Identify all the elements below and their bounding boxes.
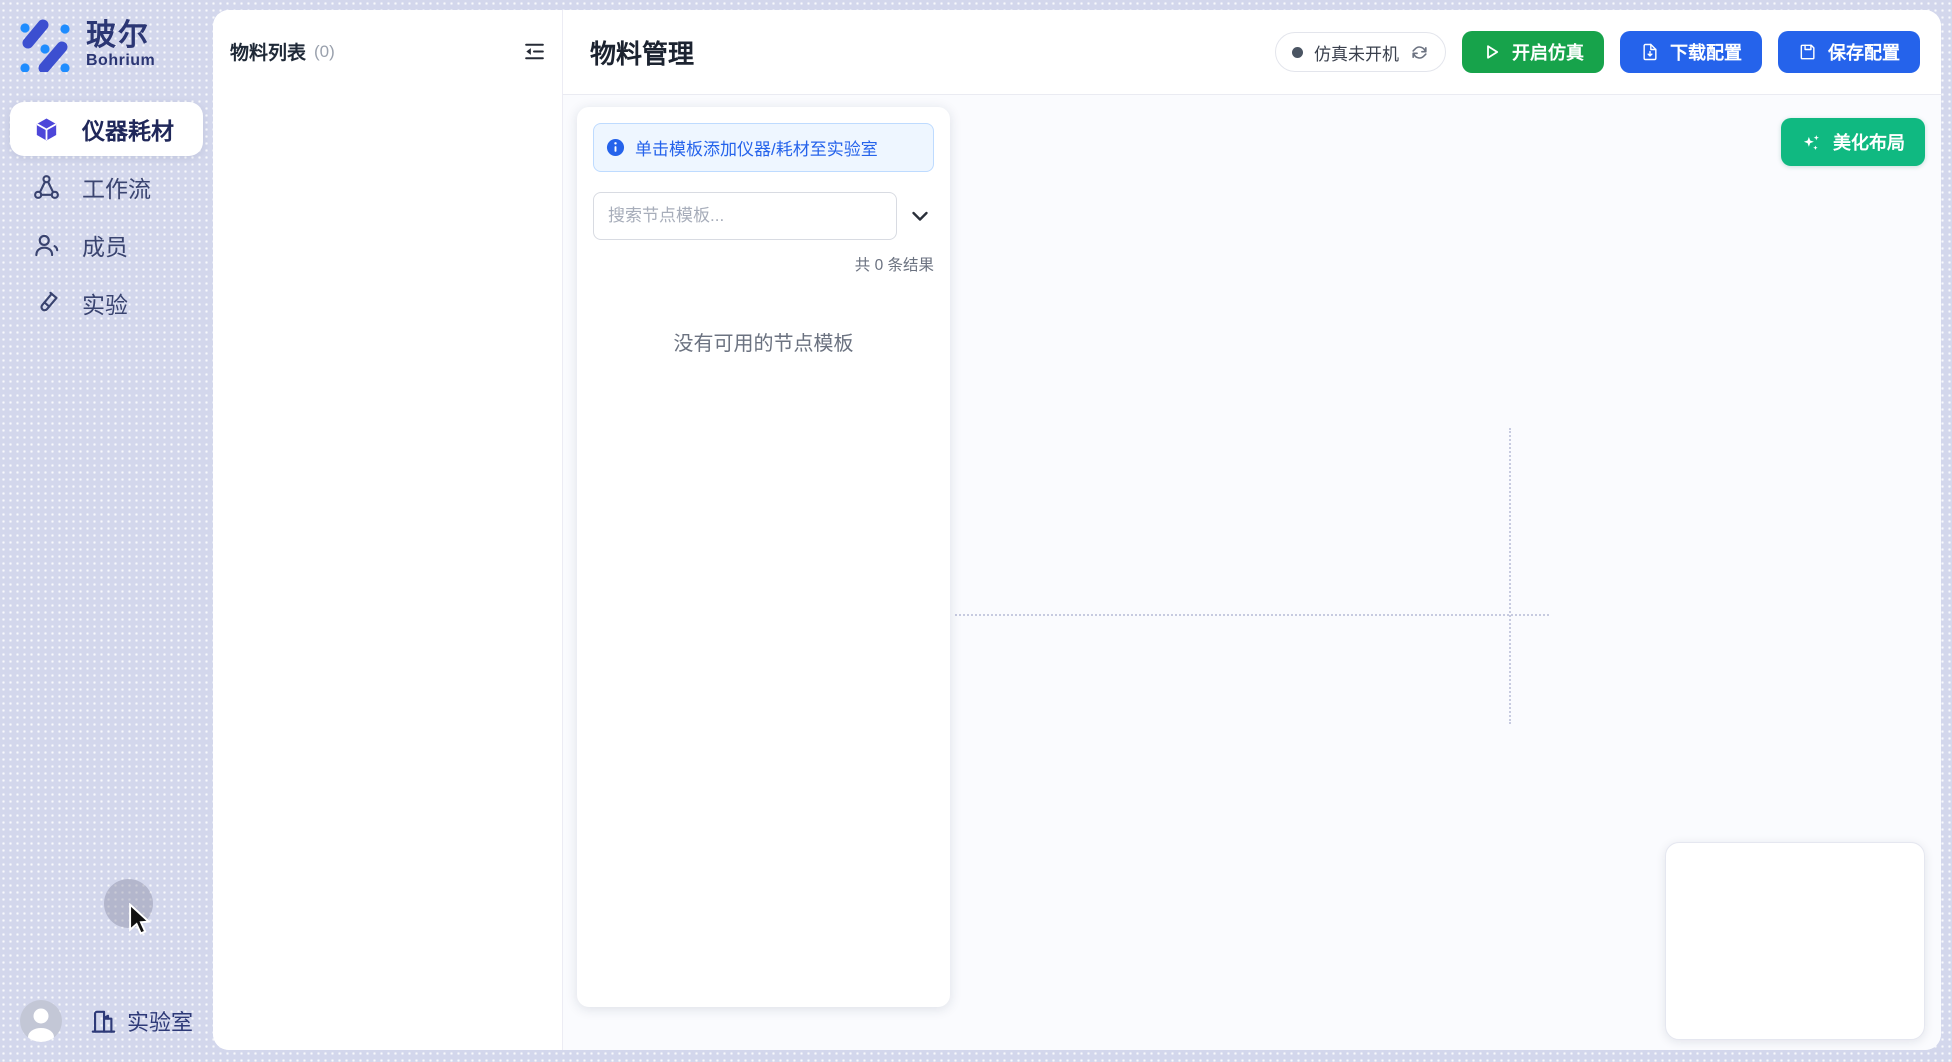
template-search-input[interactable] — [593, 192, 897, 240]
app-container: 物料列表 (0) 物料管理 仿真未开机 — [213, 10, 1941, 1050]
sparkles-icon — [1801, 132, 1822, 153]
sidebar-item-label: 成员 — [82, 228, 128, 262]
canvas-minimap[interactable] — [1665, 842, 1925, 1040]
workspace-label: 实验室 — [127, 1005, 193, 1037]
bohrium-logo-icon — [17, 16, 73, 72]
palette-search-row — [593, 192, 934, 240]
palette-hint-banner: 单击模板添加仪器/耗材至实验室 — [593, 123, 934, 172]
save-config-button[interactable]: 保存配置 — [1778, 31, 1920, 73]
building-icon — [90, 1008, 117, 1035]
sidebar: 玻尔 Bohrium 仪器耗材 工作流 — [0, 0, 213, 1062]
status-dot-icon — [1292, 47, 1303, 58]
brand-name-cn: 玻尔 — [86, 19, 155, 52]
material-list-panel: 物料列表 (0) — [213, 10, 563, 1050]
mouse-cursor — [126, 903, 152, 937]
palette-hint-text: 单击模板添加仪器/耗材至实验室 — [635, 135, 878, 160]
save-config-label: 保存配置 — [1828, 39, 1900, 65]
brand-logo: 玻尔 Bohrium — [0, 0, 213, 72]
simulation-status-pill: 仿真未开机 — [1275, 32, 1446, 72]
start-simulation-button[interactable]: 开启仿真 — [1462, 31, 1604, 73]
beautify-layout-button[interactable]: 美化布局 — [1781, 118, 1925, 166]
download-config-label: 下载配置 — [1670, 39, 1742, 65]
brand-name-en: Bohrium — [86, 52, 155, 70]
file-download-icon — [1640, 42, 1660, 62]
refresh-icon[interactable] — [1410, 43, 1429, 62]
start-simulation-label: 开启仿真 — [1512, 39, 1584, 65]
topbar-actions: 仿真未开机 开启仿真 — [1275, 31, 1920, 73]
sidebar-item-members[interactable]: 成员 — [10, 218, 203, 272]
test-tube-icon — [33, 290, 60, 317]
sidebar-item-label: 工作流 — [82, 170, 151, 204]
info-icon — [606, 138, 625, 157]
play-icon — [1482, 42, 1502, 62]
canvas-guide-line-vertical — [1509, 428, 1511, 724]
sidebar-item-label: 实验 — [82, 286, 128, 320]
sidebar-nav: 仪器耗材 工作流 成员 — [0, 102, 213, 330]
menu-fold-icon — [523, 40, 546, 63]
workspace-switcher[interactable]: 实验室 — [20, 1000, 193, 1042]
flow-canvas[interactable]: 单击模板添加仪器/耗材至实验室 共 0 条结果 没有可用的节点模板 — [563, 95, 1941, 1050]
material-list-count: (0) — [314, 42, 335, 62]
collapse-panel-button[interactable] — [522, 40, 546, 64]
chevron-down-icon — [908, 204, 932, 228]
cube-icon — [33, 116, 60, 143]
members-icon — [33, 232, 60, 259]
page-title: 物料管理 — [590, 34, 694, 71]
workflow-icon — [33, 174, 60, 201]
simulation-status-text: 仿真未开机 — [1314, 40, 1399, 65]
save-icon — [1798, 42, 1818, 62]
sidebar-item-label: 仪器耗材 — [82, 112, 174, 146]
avatar[interactable] — [20, 1000, 62, 1042]
beautify-layout-label: 美化布局 — [1833, 129, 1905, 155]
canvas-guide-line-horizontal — [955, 614, 1549, 616]
avatar-person-icon — [20, 1000, 62, 1042]
collapse-palette-button[interactable] — [906, 202, 934, 230]
main-column: 物料管理 仿真未开机 开启仿真 — [563, 10, 1941, 1050]
template-empty-state: 没有可用的节点模板 — [593, 327, 934, 356]
sidebar-item-instruments[interactable]: 仪器耗材 — [10, 102, 203, 156]
sidebar-item-experiments[interactable]: 实验 — [10, 276, 203, 330]
sidebar-item-workflow[interactable]: 工作流 — [10, 160, 203, 214]
template-result-count: 共 0 条结果 — [593, 253, 934, 275]
material-list-title: 物料列表 — [230, 38, 306, 65]
download-config-button[interactable]: 下载配置 — [1620, 31, 1762, 73]
topbar: 物料管理 仿真未开机 开启仿真 — [563, 10, 1941, 95]
node-template-palette: 单击模板添加仪器/耗材至实验室 共 0 条结果 没有可用的节点模板 — [577, 107, 950, 1007]
